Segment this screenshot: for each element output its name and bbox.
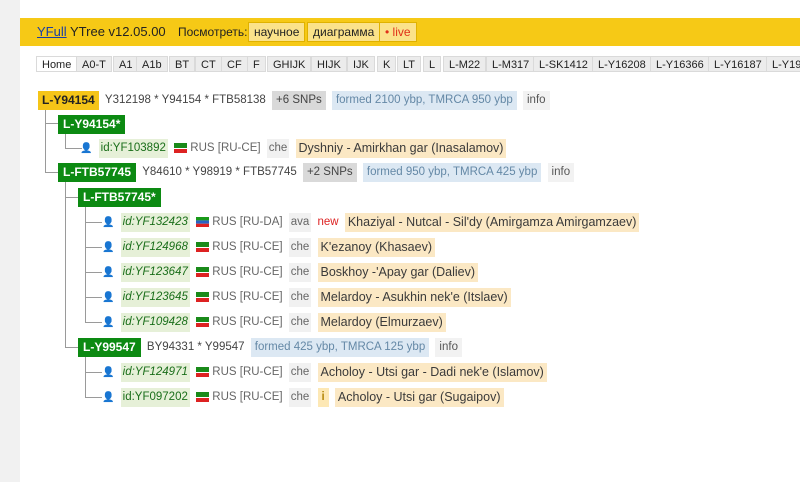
tree-node-ftb57745-star: L-FTB57745* [78, 188, 164, 207]
language-code: che [288, 263, 312, 282]
tree-node-y94154-star: L-Y94154* [58, 115, 128, 134]
haplogroup-label[interactable]: L-FTB57745 [58, 163, 137, 182]
page-frame: YFull YTree v12.05.00 Посмотреть: научно… [20, 0, 800, 482]
tree-person-yf123645: 👤 id:YF123645 RUS [RU-CE] che Melardoy -… [102, 288, 514, 307]
tree-person-yf132423: 👤 id:YF132423 RUS [RU-DA] ava new Khaziy… [102, 213, 642, 232]
tree-person-yf097202: 👤 id:YF097202 RUS [RU-CE] che i Acholoy … [102, 388, 507, 407]
tree-node-root: L-Y94154 Y312198 * Y94154 * FTB58138 +6 … [38, 91, 553, 110]
country-code: RUS [RU-DA] [212, 216, 283, 228]
tree-person-yf109428: 👤 id:YF109428 RUS [RU-CE] che Melardoy (… [102, 313, 449, 332]
language-code: ava [288, 213, 312, 232]
lineage-name: Acholoy - Utsi gar - Dadi nek'e (Islamov… [317, 363, 547, 382]
formed-badge: formed 425 ybp, TMRCA 125 ybp [250, 338, 430, 357]
tree-person-yf103892: 👤 id:YF103892 RUS [RU-CE] che Dyshniy - … [80, 139, 509, 158]
kit-id[interactable]: id:YF109428 [120, 313, 190, 332]
snp-count-badge[interactable]: +2 SNPs [302, 163, 357, 182]
person-icon: 👤 [102, 317, 115, 328]
info-link[interactable]: info [523, 91, 550, 110]
haplogroup-label[interactable]: L-Y94154 [38, 91, 99, 110]
formed-badge: formed 2100 ybp, TMRCA 950 ybp [331, 91, 517, 110]
language-code: che [266, 139, 290, 158]
language-code: che [288, 313, 312, 332]
flag-chechnya-icon [196, 242, 210, 252]
language-code: che [288, 363, 312, 382]
snp-list: Y84610 * Y98919 * FTB57745 [142, 166, 297, 178]
flag-chechnya-icon [196, 392, 210, 402]
lineage-name: Melardoy (Elmurzaev) [317, 313, 446, 332]
flag-dagestan-icon [196, 217, 210, 227]
kit-id[interactable]: id:YF124971 [120, 363, 190, 382]
country-code: RUS [RU-CE] [212, 316, 283, 328]
kit-id[interactable]: id:YF097202 [120, 388, 190, 407]
country-code: RUS [RU-CE] [212, 291, 283, 303]
country-code: RUS [RU-CE] [212, 241, 283, 253]
tree-person-yf124971: 👤 id:YF124971 RUS [RU-CE] che Acholoy - … [102, 363, 550, 382]
info-link[interactable]: info [435, 338, 462, 357]
kit-id[interactable]: id:YF124968 [120, 238, 190, 257]
lineage-name: Melardoy - Asukhin nek'e (Itslaev) [317, 288, 511, 307]
country-code: RUS [RU-CE] [212, 366, 283, 378]
tree-node-y99547: L-Y99547 BY94331 * Y99547 formed 425 ybp… [78, 338, 465, 357]
tree-person-yf123647: 👤 id:YF123647 RUS [RU-CE] che Boskhoy -'… [102, 263, 481, 282]
snp-count-badge[interactable]: +6 SNPs [272, 91, 326, 110]
flag-chechnya-icon [174, 143, 188, 153]
language-code: che [288, 238, 312, 257]
person-icon: 👤 [102, 367, 115, 378]
lineage-name: K'ezanoy (Khasaev) [317, 238, 435, 257]
flag-chechnya-icon [196, 267, 210, 277]
new-badge: new [317, 216, 339, 228]
country-code: RUS [RU-CE] [190, 142, 261, 154]
tree-node-ftb57745: L-FTB57745 Y84610 * Y98919 * FTB57745 +2… [58, 163, 577, 182]
formed-badge: formed 950 ybp, TMRCA 425 ybp [362, 163, 542, 182]
country-code: RUS [RU-CE] [212, 391, 283, 403]
flag-chechnya-icon [196, 317, 210, 327]
kit-id[interactable]: id:YF123647 [120, 263, 190, 282]
person-icon: 👤 [102, 392, 115, 403]
flag-chechnya-icon [196, 367, 210, 377]
language-code: che [288, 288, 312, 307]
person-icon: 👤 [80, 143, 93, 154]
person-icon: 👤 [102, 242, 115, 253]
tree-person-yf124968: 👤 id:YF124968 RUS [RU-CE] che K'ezanoy (… [102, 238, 438, 257]
haplogroup-label[interactable]: L-FTB57745* [78, 188, 161, 207]
haplogroup-label[interactable]: L-Y94154* [58, 115, 126, 134]
country-code: RUS [RU-CE] [212, 266, 283, 278]
haplogroup-label[interactable]: L-Y99547 [78, 338, 141, 357]
snp-list: Y312198 * Y94154 * FTB58138 [104, 94, 266, 106]
snp-list: BY94331 * Y99547 [146, 341, 245, 353]
lineage-name: Acholoy - Utsi gar (Sugaipov) [334, 388, 504, 407]
person-icon: 👤 [102, 267, 115, 278]
language-code: che [288, 388, 312, 407]
lineage-name: Dyshniy - Amirkhan gar (Inasalamov) [295, 139, 507, 158]
kit-id[interactable]: id:YF103892 [98, 139, 168, 158]
lineage-name: Boskhoy -'Apay gar (Daliev) [317, 263, 479, 282]
info-icon[interactable]: i [317, 388, 329, 407]
flag-chechnya-icon [196, 292, 210, 302]
haplogroup-tree: L-Y94154 Y312198 * Y94154 * FTB58138 +6 … [20, 0, 800, 482]
kit-id[interactable]: id:YF123645 [120, 288, 190, 307]
info-link[interactable]: info [547, 163, 575, 182]
person-icon: 👤 [102, 217, 115, 228]
person-icon: 👤 [102, 292, 115, 303]
kit-id[interactable]: id:YF132423 [120, 213, 190, 232]
lineage-name: Khaziyal - Nutcal - Sil'dy (Amirgamza Am… [344, 213, 640, 232]
